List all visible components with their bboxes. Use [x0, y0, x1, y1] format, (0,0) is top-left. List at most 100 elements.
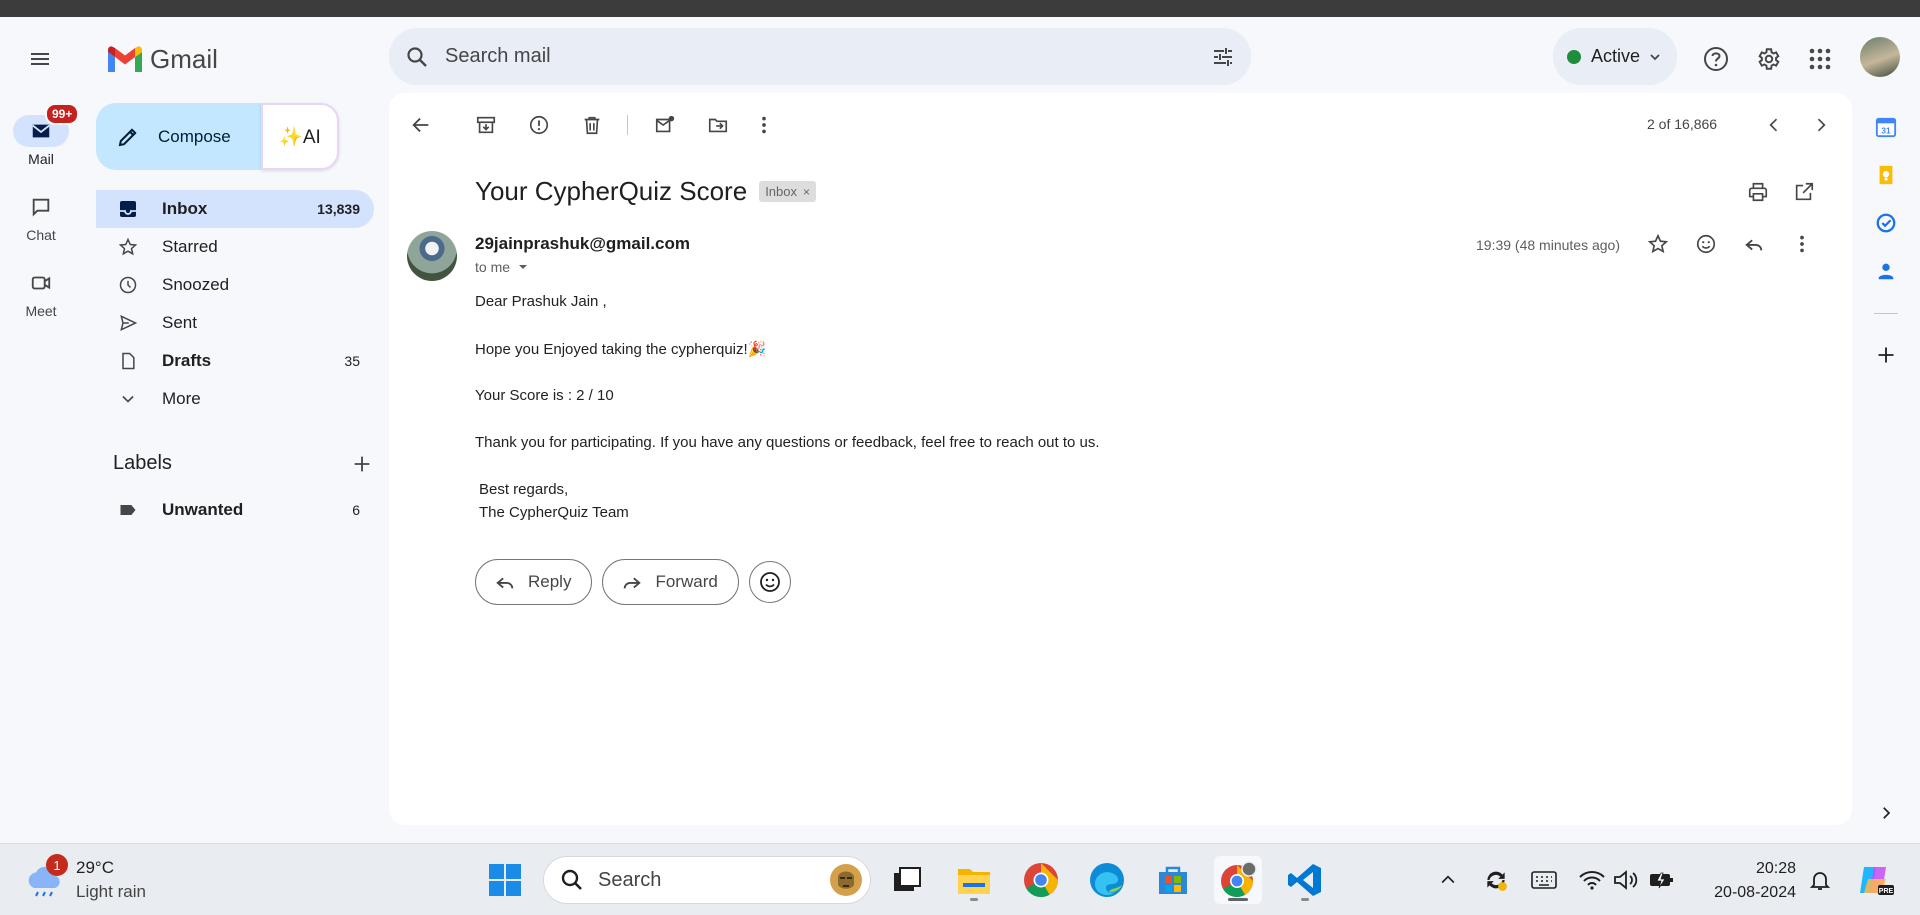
- recipient-details[interactable]: to me: [475, 259, 530, 275]
- taskbar-search[interactable]: Search: [543, 856, 871, 904]
- battery-charging-icon: [1650, 872, 1673, 889]
- chrome-profile-button[interactable]: [1214, 856, 1262, 904]
- battery-tray-button[interactable]: [1648, 866, 1676, 894]
- volume-tray-button[interactable]: [1612, 866, 1640, 894]
- back-button[interactable]: [401, 105, 441, 145]
- plus-icon: [1878, 347, 1894, 363]
- more-actions-button[interactable]: [744, 105, 784, 145]
- chrome-profile-icon: [1221, 861, 1257, 898]
- sync-tray-button[interactable]: [1482, 866, 1510, 894]
- rail-item-meet[interactable]: Meet: [0, 267, 82, 319]
- tasks-app-button[interactable]: [1866, 203, 1906, 243]
- contacts-app-button[interactable]: [1866, 251, 1906, 291]
- weather-alert-badge: 1: [46, 854, 68, 876]
- gmail-logo[interactable]: Gmail: [106, 39, 218, 79]
- search-button[interactable]: [389, 45, 445, 69]
- keep-app-button[interactable]: [1866, 155, 1906, 195]
- support-button[interactable]: [1696, 39, 1736, 79]
- keyboard-tray-button[interactable]: [1530, 866, 1558, 894]
- taskbar-clock[interactable]: 20:28 20-08-2024: [1690, 857, 1796, 905]
- plus-icon: [354, 456, 370, 471]
- account-avatar[interactable]: [1860, 37, 1900, 77]
- edge-icon: [1090, 863, 1124, 897]
- rail-item-chat[interactable]: Chat: [0, 191, 82, 243]
- compose-button[interactable]: Compose: [96, 103, 261, 170]
- search-input[interactable]: [445, 45, 1195, 68]
- open-new-window-button[interactable]: [1784, 172, 1824, 212]
- move-to-button[interactable]: [698, 105, 738, 145]
- ai-button[interactable]: ✨AI: [261, 103, 339, 170]
- windows-taskbar: 1 29°C Light rain Search 20:28 20-08-202…: [0, 843, 1920, 915]
- labels-header: Labels: [113, 452, 373, 475]
- nav-item-drafts[interactable]: Drafts 35: [96, 342, 374, 380]
- main-menu-button[interactable]: [20, 39, 60, 79]
- nav-item-starred[interactable]: Starred: [96, 228, 374, 266]
- show-side-panel-button[interactable]: [1866, 793, 1906, 833]
- newer-button[interactable]: [1754, 105, 1794, 145]
- archive-button[interactable]: [466, 105, 506, 145]
- search-bar[interactable]: [389, 28, 1251, 85]
- sender-avatar[interactable]: [407, 231, 457, 281]
- task-view-button[interactable]: [883, 856, 931, 904]
- nav-item-snoozed[interactable]: Snoozed: [96, 266, 374, 304]
- windows-logo-icon: [489, 864, 521, 896]
- body-line-2: Your Score is : 2 / 10: [475, 387, 614, 404]
- nav-item-inbox[interactable]: Inbox 13,839: [96, 190, 374, 228]
- settings-button[interactable]: [1748, 39, 1788, 79]
- gmail-m-icon: [108, 46, 142, 72]
- status-selector[interactable]: Active: [1553, 28, 1677, 85]
- show-hidden-icons-button[interactable]: [1434, 866, 1462, 894]
- weather-condition: Light rain: [76, 882, 146, 901]
- body-signature: The CypherQuiz Team: [479, 504, 629, 521]
- remove-label-icon[interactable]: ×: [803, 185, 810, 199]
- nav-item-sent[interactable]: Sent: [96, 304, 374, 342]
- message-more-button[interactable]: [1782, 224, 1822, 264]
- wifi-tray-button[interactable]: [1578, 866, 1606, 894]
- forward-button[interactable]: Forward: [602, 559, 739, 605]
- rail-label-meet: Meet: [25, 303, 57, 319]
- mark-unread-button[interactable]: [645, 105, 685, 145]
- folder-move-icon: [708, 118, 728, 133]
- calendar-app-button[interactable]: 31: [1866, 107, 1906, 147]
- report-spam-button[interactable]: [519, 105, 559, 145]
- reply-icon-button[interactable]: [1734, 224, 1774, 264]
- vscode-button[interactable]: [1281, 856, 1329, 904]
- mark-unread-icon: [655, 115, 675, 133]
- chrome-button[interactable]: [1017, 856, 1065, 904]
- weather-widget[interactable]: 1 29°C Light rain: [24, 854, 146, 904]
- search-options-button[interactable]: [1195, 45, 1251, 69]
- inbox-label-chip[interactable]: Inbox ×: [759, 181, 817, 202]
- start-button[interactable]: [481, 856, 529, 904]
- rail-item-mail[interactable]: 99+ Mail: [0, 103, 82, 167]
- running-indicator: [1228, 898, 1248, 901]
- edge-button[interactable]: [1083, 856, 1131, 904]
- react-button[interactable]: [748, 561, 791, 603]
- delete-button[interactable]: [572, 105, 612, 145]
- add-reaction-button[interactable]: [1686, 224, 1726, 264]
- gear-icon: [1758, 48, 1780, 70]
- file-explorer-button[interactable]: [950, 856, 998, 904]
- older-button[interactable]: [1801, 105, 1841, 145]
- copilot-button[interactable]: PRE: [1855, 866, 1895, 895]
- get-addons-button[interactable]: [1866, 335, 1906, 375]
- label-item-unwanted[interactable]: Unwanted 6: [96, 491, 374, 529]
- body-signoff: Best regards,: [479, 481, 569, 498]
- reply-button[interactable]: Reply: [475, 559, 593, 605]
- print-button[interactable]: [1738, 172, 1778, 212]
- clock-icon: [116, 275, 140, 295]
- caret-down-icon: [519, 265, 528, 269]
- notifications-button[interactable]: [1806, 866, 1834, 894]
- app-name: Gmail: [150, 43, 218, 74]
- side-panel: 31: [1852, 93, 1920, 843]
- pencil-icon: [118, 127, 137, 146]
- vscode-icon: [1288, 864, 1321, 896]
- sender-email[interactable]: 29jainprashuk@gmail.com: [475, 234, 690, 254]
- microsoft-store-button[interactable]: [1149, 856, 1197, 904]
- star-button[interactable]: [1638, 224, 1678, 264]
- forward-label: Forward: [655, 572, 718, 591]
- nav-item-more[interactable]: More: [96, 380, 374, 418]
- task-view-icon: [894, 867, 921, 891]
- google-apps-button[interactable]: [1800, 39, 1840, 79]
- speaker-icon: [1614, 870, 1638, 890]
- create-label-button[interactable]: [351, 453, 373, 475]
